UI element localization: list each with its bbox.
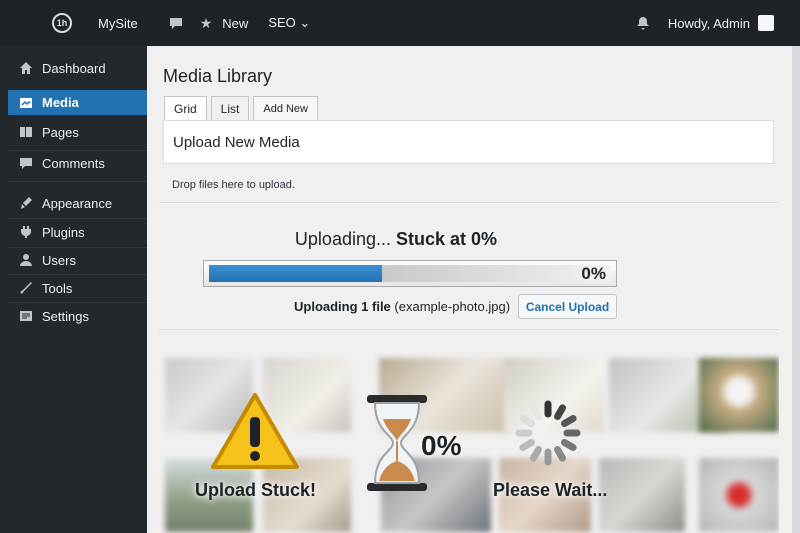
upload-panel-header: Upload New Media: [163, 120, 774, 164]
dashboard-icon: [18, 60, 34, 76]
sidebar-item-comments[interactable]: Comments: [8, 153, 147, 173]
comments-icon: [18, 155, 34, 171]
loading-spinner-icon: [515, 400, 581, 466]
sidebar-item-settings[interactable]: Settings: [8, 306, 147, 326]
sidebar-item-label: Appearance: [42, 195, 113, 211]
greeting-text: Howdy, Admin: [667, 15, 750, 31]
avatar: [758, 15, 774, 31]
page-title: Media Library: [163, 66, 273, 86]
menu-separator: [8, 150, 147, 151]
menu-separator: [8, 302, 147, 303]
sidebar-item-label: Dashboard: [42, 60, 106, 76]
sidebar-item-appearance[interactable]: Appearance: [8, 193, 147, 213]
sidebar-item-label: Pages: [42, 124, 79, 140]
users-icon: [18, 252, 34, 268]
sidebar-item-dashboard[interactable]: Dashboard: [8, 58, 147, 78]
window-edge: [792, 46, 800, 533]
media-grid: Upload Stuck! 0% Please Wait...: [159, 346, 779, 533]
new-content-button[interactable]: ★ New: [190, 0, 259, 46]
notifications-button[interactable]: [626, 0, 658, 46]
progress-fill: [209, 265, 382, 282]
sidebar-item-label: Users: [42, 252, 76, 268]
sidebar-item-label: Settings: [42, 308, 89, 324]
drop-zone-text[interactable]: Drop files here to upload.: [172, 179, 295, 191]
hourglass-percent: 0%: [421, 430, 462, 461]
tab-list[interactable]: List: [210, 96, 250, 121]
file-status: Uploading 1 file (example-photo.jpg): [294, 299, 510, 314]
appearance-icon: [18, 195, 34, 211]
sidebar-item-users[interactable]: Users: [8, 250, 147, 270]
upload-stuck-label: Upload Stuck!: [195, 480, 317, 500]
warning-triangle-icon: [211, 393, 299, 469]
main-content: Media Library Grid List Add New Upload N…: [147, 46, 792, 533]
menu-separator: [8, 218, 147, 219]
progress-track: [382, 265, 611, 282]
comments-button[interactable]: [158, 0, 190, 46]
cancel-upload-button[interactable]: Cancel Upload: [518, 294, 617, 319]
comment-bubble-icon: [169, 18, 182, 29]
star-icon: ★: [199, 14, 213, 31]
upload-status-heading: Uploading... Stuck at 0%: [147, 229, 645, 250]
my-account-menu[interactable]: Howdy, Admin: [658, 0, 800, 46]
admin-sidebar: Dashboard Media Pages Comments Appearanc…: [0, 46, 147, 533]
wp-logo-button[interactable]: 1h: [0, 0, 82, 46]
sidebar-item-label: Media: [42, 95, 79, 110]
sidebar-item-tools[interactable]: Tools: [8, 278, 147, 298]
divider: [159, 202, 779, 203]
add-new-button[interactable]: Add New: [253, 96, 318, 121]
status-strong: Stuck at 0%: [396, 229, 498, 249]
sidebar-item-label: Comments: [42, 155, 105, 171]
new-content-label: New: [222, 15, 249, 31]
please-wait-label: Please Wait...: [493, 480, 608, 500]
sidebar-item-media[interactable]: Media: [8, 90, 147, 115]
seo-menu[interactable]: SEO ⌄: [258, 0, 320, 46]
media-thumbnail[interactable]: [599, 458, 685, 532]
admin-bar: 1h MySite ★ New SEO ⌄ Howdy, Admin: [0, 0, 800, 46]
settings-icon: [18, 308, 34, 324]
menu-separator: [8, 181, 147, 182]
sidebar-item-pages[interactable]: Pages: [8, 122, 147, 142]
tab-grid[interactable]: Grid: [164, 96, 207, 122]
tools-icon: [18, 280, 34, 296]
media-icon: [18, 95, 34, 111]
pages-icon: [18, 124, 34, 140]
bell-icon: [636, 17, 649, 30]
site-name-link[interactable]: MySite: [82, 0, 158, 46]
sidebar-item-label: Tools: [42, 280, 73, 296]
sidebar-item-label: Plugins: [42, 224, 85, 240]
admin-bar-right: Howdy, Admin: [626, 0, 800, 46]
plugins-icon: [18, 224, 34, 240]
divider: [159, 329, 779, 330]
media-thumbnail[interactable]: [699, 458, 779, 532]
file-count: Uploading 1 file: [294, 299, 391, 314]
upload-progress-bar: 0%: [203, 260, 617, 287]
file-name: (example-photo.jpg): [394, 299, 511, 314]
media-thumbnail[interactable]: [699, 358, 779, 432]
menu-separator: [8, 274, 147, 275]
wp-logo-icon: 1h: [52, 13, 72, 33]
upload-title: Upload New Media: [173, 133, 300, 151]
sidebar-item-plugins[interactable]: Plugins: [8, 222, 147, 242]
menu-separator: [8, 247, 147, 248]
status-prefix: Uploading...: [294, 229, 391, 249]
view-tabs: Grid List Add New: [164, 96, 322, 122]
progress-percent: 0%: [581, 264, 606, 283]
